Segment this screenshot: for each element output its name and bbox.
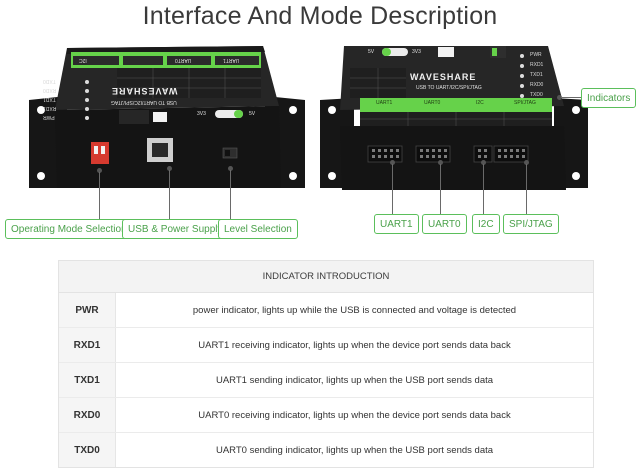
uart1-leader xyxy=(392,164,393,214)
left-led-label-pwr: PWR xyxy=(43,114,55,120)
spi-jtag-leader xyxy=(526,164,527,214)
right-led-label-txd1: TXD1 xyxy=(530,72,543,78)
i2c-leader xyxy=(483,164,484,214)
indicator-name: PWR xyxy=(59,293,116,327)
indicator-description: UART0 receiving indicator, lights up whe… xyxy=(198,409,511,421)
indicator-description: UART0 sending indicator, lights up when … xyxy=(215,444,494,456)
uart1-callout: UART1 xyxy=(374,214,419,234)
usb-power-callout: USB & Power Supply xyxy=(122,219,229,239)
indicators-callout: Indicators xyxy=(581,88,637,108)
left-device-image: WAVESHARE USB TO UART/I2C/SPI/JTAG TXD0 … xyxy=(27,38,307,198)
indicator-name: RXD0 xyxy=(59,398,116,432)
i2c-callout: I2C xyxy=(472,214,500,234)
indicators-leader xyxy=(561,97,581,98)
level-selection-callout: Level Selection xyxy=(218,219,298,239)
left-led-label-txd0: TXD0 xyxy=(43,78,56,84)
left-led-label-rxd1: RXD1 xyxy=(43,105,57,111)
uart0-leader xyxy=(440,164,441,214)
spi-jtag-callout: SPI/JTAG xyxy=(503,214,559,234)
table-row: PWR power indicator, lights up while the… xyxy=(59,293,593,328)
left-led-label-rxd0: RXD0 xyxy=(43,87,57,93)
left-device-drawing xyxy=(29,46,305,188)
indicator-name: TXD1 xyxy=(59,363,116,397)
table-row: RXD1 UART1 receiving indicator, lights u… xyxy=(59,328,593,363)
level-selection-leader xyxy=(230,170,231,219)
indicator-description: UART1 receiving indicator, lights up whe… xyxy=(198,339,511,351)
left-led-label-txd1: TXD1 xyxy=(43,96,56,102)
indicator-table: INDICATOR INTRODUCTION PWR power indicat… xyxy=(58,260,594,468)
right-voltage-3v3: 3V3 xyxy=(412,49,421,55)
table-row: TXD1 UART1 sending indicator, lights up … xyxy=(59,363,593,398)
operating-mode-leader xyxy=(99,172,100,219)
right-voltage-5v: 5V xyxy=(368,49,375,55)
left-tab-i2c: I2C xyxy=(79,57,87,63)
table-row: TXD0 UART0 sending indicator, lights up … xyxy=(59,433,593,467)
usb-power-leader xyxy=(169,170,170,219)
left-voltage-3v3: 3V3 xyxy=(197,111,206,117)
left-device-model: USB TO UART/I2C/SPI/JTAG xyxy=(111,99,177,105)
right-device-brand: WAVESHARE xyxy=(410,72,477,82)
right-led-label-pwr: PWR xyxy=(530,52,542,58)
left-tab-uart1: UART1 xyxy=(223,57,240,63)
right-tab-uart0: UART0 xyxy=(424,100,441,106)
indicator-name: TXD0 xyxy=(59,433,116,467)
right-device-image: WAVESHARE USB TO UART/I2C/SPI/JTAG PWR R… xyxy=(318,38,590,198)
left-device-brand: WAVESHARE xyxy=(111,86,178,96)
right-led-label-rxd0: RXD0 xyxy=(530,82,544,88)
right-device-model: USB TO UART/I2C/SPI/JTAG xyxy=(416,85,482,91)
table-row: RXD0 UART0 receiving indicator, lights u… xyxy=(59,398,593,433)
right-tab-i2c: I2C xyxy=(476,100,484,106)
right-led-label-rxd1: RXD1 xyxy=(530,62,544,68)
left-voltage-5v: 5V xyxy=(249,111,256,117)
indicator-table-header: INDICATOR INTRODUCTION xyxy=(59,261,593,293)
uart0-callout: UART0 xyxy=(422,214,467,234)
operating-mode-callout: Operating Mode Selection xyxy=(5,219,133,239)
right-device-drawing xyxy=(320,46,588,190)
right-tab-uart1: UART1 xyxy=(376,100,393,106)
right-led-label-txd0: TXD0 xyxy=(530,92,543,98)
left-tab-uart0: UART0 xyxy=(175,57,192,63)
right-tab-spi-jtag: SPI/JTAG xyxy=(514,100,536,106)
indicator-description: UART1 sending indicator, lights up when … xyxy=(215,374,494,386)
indicator-description: power indicator, lights up while the USB… xyxy=(192,304,517,316)
page-title: Interface And Mode Description xyxy=(142,2,498,30)
indicator-name: RXD1 xyxy=(59,328,116,362)
